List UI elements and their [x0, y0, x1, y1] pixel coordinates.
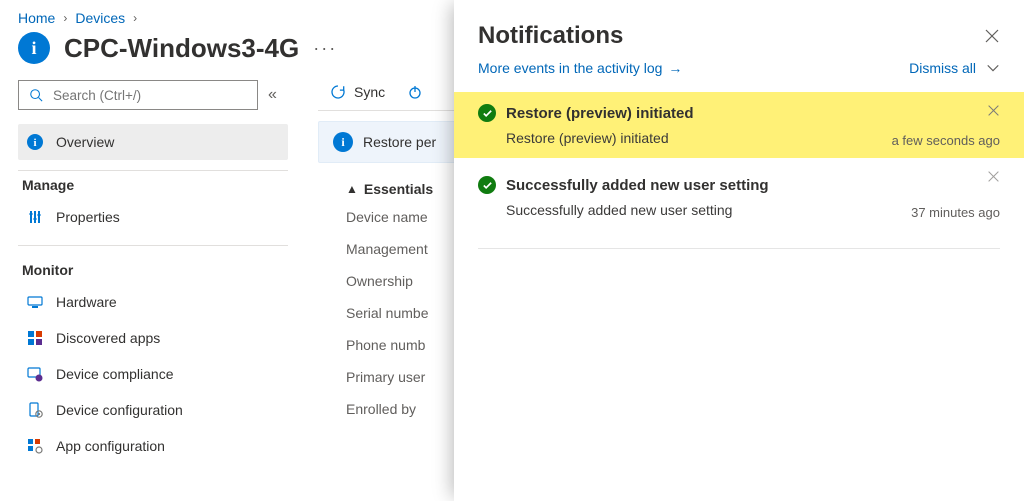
success-icon	[478, 176, 496, 194]
info-icon: i	[18, 32, 50, 64]
notification-item: Restore (preview) initiated Restore (pre…	[454, 92, 1024, 158]
page-title: CPC-Windows3-4G	[64, 33, 299, 64]
success-icon	[478, 104, 496, 122]
search-field[interactable]	[51, 87, 247, 104]
essentials-title: Essentials	[364, 181, 433, 197]
app-config-icon	[26, 437, 44, 455]
svg-text:i: i	[33, 137, 36, 149]
dismiss-notification-button[interactable]	[987, 170, 1000, 183]
power-icon	[407, 84, 423, 100]
sidebar-item-label: Discovered apps	[56, 330, 160, 346]
power-button[interactable]	[407, 84, 423, 100]
collapse-sidebar-button[interactable]: «	[268, 86, 277, 104]
dismiss-all-button[interactable]: Dismiss all	[909, 60, 976, 76]
more-events-link[interactable]: More events in the activity log →	[478, 60, 682, 76]
divider	[478, 248, 1000, 249]
sync-button[interactable]: Sync	[330, 84, 385, 100]
sidebar-item-app-configuration[interactable]: App configuration	[18, 428, 288, 464]
panel-title: Notifications	[478, 22, 623, 50]
sidebar-item-properties[interactable]: Properties	[18, 199, 288, 235]
sidebar-item-hardware[interactable]: Hardware	[18, 284, 288, 320]
sidebar-item-label: App configuration	[56, 438, 165, 454]
device-config-icon	[26, 401, 44, 419]
sidebar-item-label: Device compliance	[56, 366, 174, 382]
monitor-icon	[26, 293, 44, 311]
sidebar-item-overview[interactable]: i Overview	[18, 124, 288, 160]
breadcrumb-home[interactable]: Home	[18, 10, 55, 26]
apps-icon	[26, 329, 44, 347]
chevron-right-icon: ›	[133, 11, 137, 25]
sidebar-item-device-configuration[interactable]: Device configuration	[18, 392, 288, 428]
search-icon	[29, 88, 43, 102]
refresh-icon	[330, 84, 346, 100]
sidebar-item-label: Overview	[56, 134, 114, 150]
link-label: More events in the activity log	[478, 60, 662, 76]
chevron-right-icon: ›	[63, 11, 67, 25]
chevron-up-icon: ▲	[346, 182, 358, 196]
divider	[18, 245, 288, 246]
sidebar-section-manage: Manage	[22, 177, 288, 193]
notification-time: 37 minutes ago	[911, 205, 1000, 220]
info-icon: i	[333, 132, 353, 152]
sidebar-item-device-compliance[interactable]: Device compliance	[18, 356, 288, 392]
status-text: Restore per	[363, 134, 436, 150]
chevron-down-icon[interactable]	[986, 61, 1000, 75]
breadcrumb-devices[interactable]: Devices	[75, 10, 125, 26]
notification-time: a few seconds ago	[892, 133, 1000, 148]
sidebar-item-discovered-apps[interactable]: Discovered apps	[18, 320, 288, 356]
notification-title: Successfully added new user setting	[506, 177, 769, 194]
notification-item: Successfully added new user setting Succ…	[454, 158, 1024, 230]
sidebar-section-monitor: Monitor	[22, 262, 288, 278]
more-actions-button[interactable]: ···	[313, 38, 337, 59]
sidebar-item-label: Properties	[56, 209, 120, 225]
sidebar-item-label: Device configuration	[56, 402, 183, 418]
tool-label: Sync	[354, 84, 385, 100]
info-icon: i	[26, 133, 44, 151]
close-panel-button[interactable]	[984, 28, 1000, 44]
notifications-panel: Notifications More events in the activit…	[454, 0, 1024, 501]
divider	[18, 170, 288, 171]
search-input[interactable]	[18, 80, 258, 110]
device-compliance-icon	[26, 365, 44, 383]
notification-title: Restore (preview) initiated	[506, 105, 694, 122]
dismiss-notification-button[interactable]	[987, 104, 1000, 117]
arrow-right-icon: →	[668, 60, 682, 76]
sidebar: « i Overview Manage Properties	[0, 80, 300, 464]
properties-icon	[26, 208, 44, 226]
sidebar-item-label: Hardware	[56, 294, 117, 310]
